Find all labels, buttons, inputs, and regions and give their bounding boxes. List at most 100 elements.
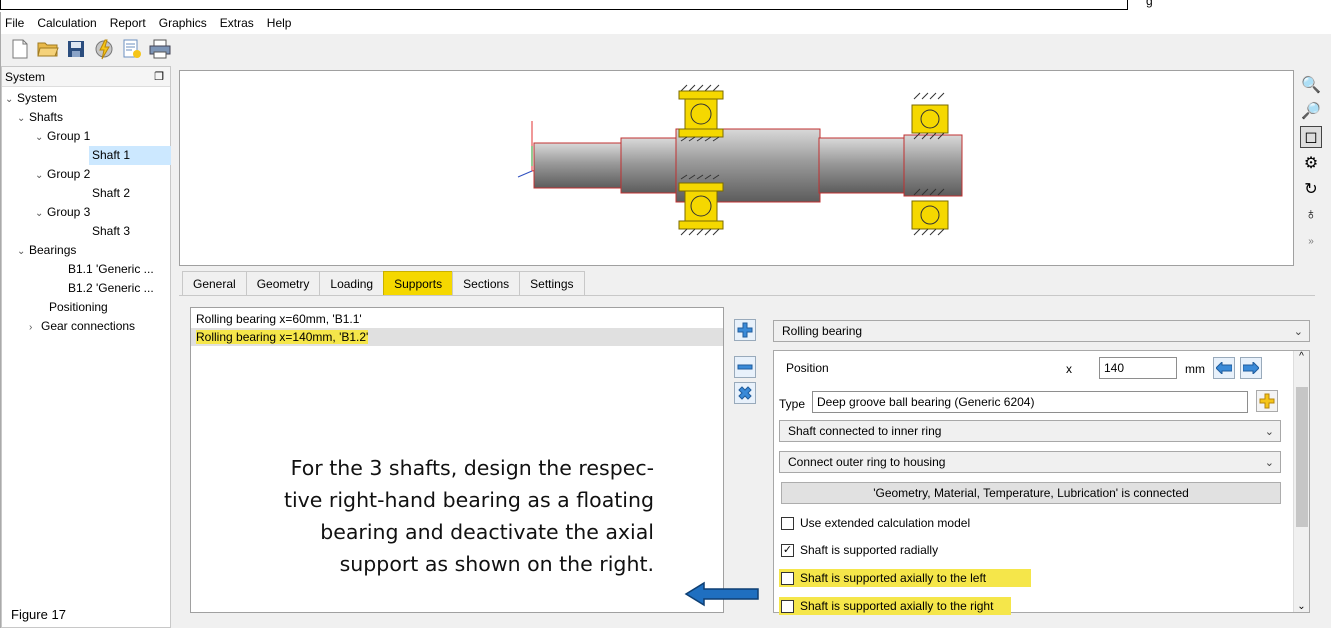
checkbox-box[interactable] xyxy=(781,599,794,613)
tree-item-label: B1.2 'Generic ... xyxy=(68,281,154,295)
scroll-up-icon[interactable]: ^ xyxy=(1294,351,1309,362)
tree-item-bearings[interactable]: ⌄ Bearings xyxy=(17,241,76,260)
shaft-graphic-view[interactable] xyxy=(179,70,1294,266)
annotation-line: support as shown on the right. xyxy=(339,552,654,576)
tree-item-group-1[interactable]: ⌄ Group 1 xyxy=(35,127,90,146)
calculate-icon[interactable] xyxy=(93,38,115,60)
chevron-down-icon: ⌄ xyxy=(1293,325,1303,338)
new-file-icon[interactable] xyxy=(9,38,31,60)
add-support-button[interactable] xyxy=(734,319,756,341)
position-input[interactable]: 140 xyxy=(1099,357,1177,379)
light-icon[interactable]: ♁ xyxy=(1300,204,1322,226)
tree-item-label: Group 3 xyxy=(47,205,91,219)
menu-file[interactable]: File xyxy=(5,16,24,30)
scroll-thumb[interactable] xyxy=(1296,387,1308,527)
arrow-left-icon xyxy=(1216,362,1232,374)
tree-item-shafts[interactable]: ⌄ Shafts xyxy=(17,108,63,127)
chevron-down-icon[interactable]: ⌄ xyxy=(35,204,47,223)
tree-item-group-2[interactable]: ⌄ Group 2 xyxy=(35,165,90,184)
list-item[interactable]: Rolling bearing x=60mm, 'B1.1' xyxy=(191,310,723,328)
chevron-down-icon[interactable]: ⌄ xyxy=(5,90,17,109)
supported-axially-left-checkbox[interactable]: Shaft is supported axially to the left xyxy=(779,569,1031,587)
menu-help[interactable]: Help xyxy=(267,16,292,30)
tree-item-system[interactable]: ⌄ System xyxy=(5,89,57,108)
chevron-down-icon[interactable]: ⌄ xyxy=(35,128,47,147)
zoom-fit-icon[interactable]: ◻ xyxy=(1300,126,1322,148)
tab-supports[interactable]: Supports xyxy=(383,271,454,295)
bearing-type-input[interactable]: Deep groove ball bearing (Generic 6204) xyxy=(812,391,1248,413)
gear-icon[interactable]: ⚙ xyxy=(1300,152,1322,174)
system-panel-header: System ❐ xyxy=(2,67,170,87)
chevron-down-icon[interactable]: ⌄ xyxy=(17,242,29,261)
checkbox-label: Shaft is supported radially xyxy=(800,543,939,557)
scroll-down-icon[interactable]: ⌄ xyxy=(1294,601,1309,612)
tab-sections[interactable]: Sections xyxy=(452,271,521,295)
supported-axially-right-checkbox[interactable]: Shaft is supported axially to the right xyxy=(779,597,1011,615)
menu-graphics[interactable]: Graphics xyxy=(159,16,207,30)
tree-item-bearing-b1-1[interactable]: B1.1 'Generic ... xyxy=(68,260,154,279)
checkbox-box[interactable] xyxy=(781,571,794,585)
geometry-connected-button[interactable]: 'Geometry, Material, Temperature, Lubric… xyxy=(781,482,1281,504)
tree-item-label: System xyxy=(17,91,58,105)
checkbox-box[interactable] xyxy=(781,516,794,530)
zoom-in-icon[interactable]: 🔍 xyxy=(1300,74,1322,96)
list-item[interactable]: Rolling bearing x=140mm, 'B1.2' xyxy=(191,328,723,346)
chevron-right-icon[interactable]: › xyxy=(29,318,41,337)
checkbox-label: Shaft is supported axially to the left xyxy=(800,571,987,585)
chevron-down-icon[interactable]: ⌄ xyxy=(35,166,47,185)
report-icon[interactable] xyxy=(121,38,143,60)
list-item-label: Rolling bearing x=140mm, 'B1.2' xyxy=(196,330,369,344)
shaft-section-2 xyxy=(620,137,678,194)
tree-item-bearing-b1-2[interactable]: B1.2 'Generic ... xyxy=(68,279,154,298)
tree-item-positioning[interactable]: Positioning xyxy=(49,298,108,317)
type-label: Type xyxy=(779,397,806,411)
checkbox-label: Use extended calculation model xyxy=(800,516,971,530)
move-right-button[interactable] xyxy=(1240,357,1262,379)
tree-item-group-3[interactable]: ⌄ Group 3 xyxy=(35,203,90,222)
tree-item-label: Bearings xyxy=(29,243,77,257)
tree-item-label: Shaft 2 xyxy=(92,186,131,200)
print-icon[interactable] xyxy=(149,38,171,60)
tree-item-shaft-3[interactable]: Shaft 3 xyxy=(92,222,130,241)
tree-item-shaft-2[interactable]: Shaft 2 xyxy=(92,184,130,203)
supported-radially-checkbox[interactable]: ✓ Shaft is supported radially xyxy=(781,541,938,559)
extended-model-checkbox[interactable]: Use extended calculation model xyxy=(781,514,970,532)
outer-ring-value: Connect outer ring to housing xyxy=(788,455,946,469)
inner-ring-value: Shaft connected to inner ring xyxy=(788,424,942,438)
tab-general[interactable]: General xyxy=(182,271,247,295)
tree-item-shaft-1[interactable]: Shaft 1 xyxy=(89,146,171,165)
chevron-down-icon[interactable]: ⌄ xyxy=(17,109,29,128)
tree-item-label: Positioning xyxy=(49,300,108,314)
pointer-arrow-icon xyxy=(684,581,759,607)
shaft-section-4 xyxy=(818,137,906,194)
menu-calculation[interactable]: Calculation xyxy=(37,16,96,30)
checkmark-icon[interactable]: ✓ xyxy=(781,543,794,557)
remove-support-button[interactable] xyxy=(734,356,756,378)
menu-extras[interactable]: Extras xyxy=(220,16,254,30)
menu-report[interactable]: Report xyxy=(110,16,146,30)
add-type-button[interactable] xyxy=(1256,390,1278,412)
tree-item-gear-connections[interactable]: › Gear connections xyxy=(29,317,135,336)
open-folder-icon[interactable] xyxy=(37,38,59,60)
support-type-select[interactable]: Rolling bearing ⌄ xyxy=(773,320,1310,342)
position-axis: x xyxy=(1066,362,1072,376)
tab-settings[interactable]: Settings xyxy=(519,271,585,295)
tab-loading[interactable]: Loading xyxy=(319,271,385,295)
tab-geometry[interactable]: Geometry xyxy=(245,271,321,295)
zoom-out-icon[interactable]: 🔎 xyxy=(1300,100,1322,122)
outer-ring-select[interactable]: Connect outer ring to housing ⌄ xyxy=(779,451,1281,473)
delete-all-button[interactable] xyxy=(734,382,756,404)
system-panel-title: System xyxy=(5,69,46,84)
restore-window-icon[interactable]: ❐ xyxy=(154,70,164,83)
save-icon[interactable] xyxy=(65,38,87,60)
properties-scrollbar[interactable]: ^ ⌄ xyxy=(1293,351,1309,612)
plus-icon xyxy=(1259,393,1275,409)
inner-ring-select[interactable]: Shaft connected to inner ring ⌄ xyxy=(779,420,1281,442)
toolbar xyxy=(1,34,1331,64)
tab-bar: General Geometry Loading Supports Sectio… xyxy=(182,271,585,295)
shaft-drawing xyxy=(517,84,963,236)
rotate-icon[interactable]: ↻ xyxy=(1300,178,1322,200)
chevron-down-icon[interactable]: » xyxy=(1300,230,1322,252)
move-left-button[interactable] xyxy=(1213,357,1235,379)
tree-item-label: Group 2 xyxy=(47,167,91,181)
